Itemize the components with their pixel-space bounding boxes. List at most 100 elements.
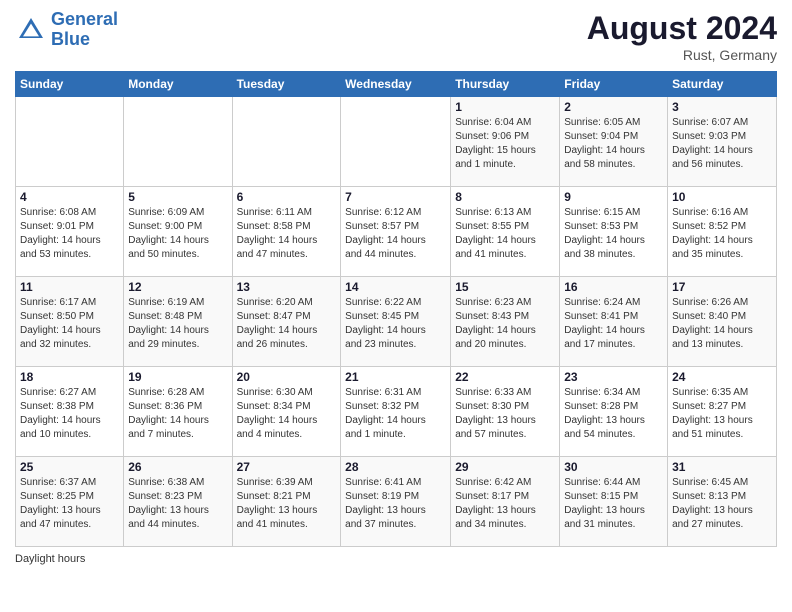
calendar-day-cell: 5Sunrise: 6:09 AMSunset: 9:00 PMDaylight… [124, 187, 232, 277]
calendar-day-header: Friday [560, 72, 668, 97]
day-info: Sunrise: 6:16 AMSunset: 8:52 PMDaylight:… [672, 206, 772, 262]
day-number: 13 [237, 280, 337, 294]
logo-text: General Blue [51, 10, 118, 50]
day-number: 21 [345, 370, 446, 384]
calendar-day-cell [341, 97, 451, 187]
calendar-day-header: Monday [124, 72, 232, 97]
day-number: 6 [237, 190, 337, 204]
day-number: 29 [455, 460, 555, 474]
page: General Blue August 2024 Rust, Germany S… [0, 0, 792, 612]
day-number: 1 [455, 100, 555, 114]
calendar-day-cell: 1 Sunrise: 6:04 AMSunset: 9:06 PMDaylight… [451, 97, 560, 187]
calendar-day-cell: 2Sunrise: 6:05 AMSunset: 9:04 PMDaylight… [560, 97, 668, 187]
title-block: August 2024 Rust, Germany [587, 10, 777, 63]
day-number: 7 [345, 190, 446, 204]
calendar-day-cell: 13 Sunrise: 6:20 AMSunset: 8:47 PMDayligh… [232, 277, 341, 367]
day-info: Sunrise: 6:12 AMSunset: 8:57 PMDaylight:… [345, 206, 446, 262]
day-number: 16 [564, 280, 663, 294]
day-number: 18 [20, 370, 119, 384]
calendar-day-cell: 3 Sunrise: 6:07 AMSunset: 9:03 PMDaylight… [668, 97, 777, 187]
calendar-day-cell: 10 Sunrise: 6:16 AMSunset: 8:52 PMDayligh… [668, 187, 777, 277]
day-info: Sunrise: 6:13 AMSunset: 8:55 PMDaylight:… [455, 206, 555, 262]
day-info: Sunrise: 6:35 AMSunset: 8:27 PMDaylight:… [672, 386, 772, 442]
day-number: 2 [564, 100, 663, 114]
day-number: 26 [128, 460, 227, 474]
day-number: 3 [672, 100, 772, 114]
day-info: Sunrise: 6:08 AMSunset: 9:01 PMDaylight:… [20, 206, 119, 262]
day-number: 15 [455, 280, 555, 294]
day-info: Sunrise: 6:41 AMSunset: 8:19 PMDaylight:… [345, 476, 446, 532]
calendar-day-cell [124, 97, 232, 187]
day-number: 4 [20, 190, 119, 204]
day-number: 17 [672, 280, 772, 294]
day-info: Sunrise: 6:44 AMSunset: 8:15 PMDaylight:… [564, 476, 663, 532]
calendar-day-cell: 16 Sunrise: 6:24 AMSunset: 8:41 PMDayligh… [560, 277, 668, 367]
day-info: Sunrise: 6:45 AMSunset: 8:13 PMDaylight:… [672, 476, 772, 532]
calendar-day-cell: 31 Sunrise: 6:45 AMSunset: 8:13 PMDayligh… [668, 457, 777, 547]
calendar-week-row: 1 Sunrise: 6:04 AMSunset: 9:06 PMDaylight… [16, 97, 777, 187]
calendar-day-cell: 20 Sunrise: 6:30 AMSunset: 8:34 PMDayligh… [232, 367, 341, 457]
calendar: SundayMondayTuesdayWednesdayThursdayFrid… [15, 71, 777, 547]
calendar-day-cell: 23Sunrise: 6:34 AMSunset: 8:28 PMDayligh… [560, 367, 668, 457]
calendar-week-row: 25 Sunrise: 6:37 AMSunset: 8:25 PMDayligh… [16, 457, 777, 547]
header: General Blue August 2024 Rust, Germany [15, 10, 777, 63]
calendar-day-header: Saturday [668, 72, 777, 97]
logo: General Blue [15, 10, 118, 50]
day-number: 9 [564, 190, 663, 204]
day-info: Sunrise: 6:15 AMSunset: 8:53 PMDaylight:… [564, 206, 663, 262]
calendar-day-cell: 21 Sunrise: 6:31 AMSunset: 8:32 PMDayligh… [341, 367, 451, 457]
footer-text: Daylight hours [15, 553, 85, 565]
calendar-day-cell: 27 Sunrise: 6:39 AMSunset: 8:21 PMDayligh… [232, 457, 341, 547]
day-info: Sunrise: 6:31 AMSunset: 8:32 PMDaylight:… [345, 386, 446, 442]
day-info: Sunrise: 6:07 AMSunset: 9:03 PMDaylight:… [672, 116, 772, 172]
day-number: 10 [672, 190, 772, 204]
day-number: 27 [237, 460, 337, 474]
calendar-day-cell: 22Sunrise: 6:33 AMSunset: 8:30 PMDayligh… [451, 367, 560, 457]
day-number: 20 [237, 370, 337, 384]
calendar-day-header: Sunday [16, 72, 124, 97]
day-info: Sunrise: 6:34 AMSunset: 8:28 PMDaylight:… [564, 386, 663, 442]
day-info: Sunrise: 6:23 AMSunset: 8:43 PMDaylight:… [455, 296, 555, 352]
day-info: Sunrise: 6:24 AMSunset: 8:41 PMDaylight:… [564, 296, 663, 352]
day-number: 19 [128, 370, 227, 384]
day-info: Sunrise: 6:19 AMSunset: 8:48 PMDaylight:… [128, 296, 227, 352]
calendar-day-cell: 25 Sunrise: 6:37 AMSunset: 8:25 PMDayligh… [16, 457, 124, 547]
calendar-day-cell: 8 Sunrise: 6:13 AMSunset: 8:55 PMDaylight… [451, 187, 560, 277]
day-number: 31 [672, 460, 772, 474]
calendar-day-cell: 14 Sunrise: 6:22 AMSunset: 8:45 PMDayligh… [341, 277, 451, 367]
calendar-day-cell: 18 Sunrise: 6:27 AMSunset: 8:38 PMDayligh… [16, 367, 124, 457]
calendar-day-cell [232, 97, 341, 187]
day-number: 14 [345, 280, 446, 294]
day-info: Sunrise: 6:22 AMSunset: 8:45 PMDaylight:… [345, 296, 446, 352]
day-info: Sunrise: 6:42 AMSunset: 8:17 PMDaylight:… [455, 476, 555, 532]
main-title: August 2024 [587, 10, 777, 47]
calendar-week-row: 11Sunrise: 6:17 AMSunset: 8:50 PMDayligh… [16, 277, 777, 367]
calendar-day-cell: 6Sunrise: 6:11 AMSunset: 8:58 PMDaylight… [232, 187, 341, 277]
calendar-day-cell: 28 Sunrise: 6:41 AMSunset: 8:19 PMDayligh… [341, 457, 451, 547]
calendar-day-cell: 9 Sunrise: 6:15 AMSunset: 8:53 PMDaylight… [560, 187, 668, 277]
day-info: Sunrise: 6:27 AMSunset: 8:38 PMDaylight:… [20, 386, 119, 442]
day-number: 12 [128, 280, 227, 294]
day-info: Sunrise: 6:20 AMSunset: 8:47 PMDaylight:… [237, 296, 337, 352]
calendar-day-cell: 4 Sunrise: 6:08 AMSunset: 9:01 PMDaylight… [16, 187, 124, 277]
day-number: 25 [20, 460, 119, 474]
calendar-day-cell: 29 Sunrise: 6:42 AMSunset: 8:17 PMDayligh… [451, 457, 560, 547]
day-info: Sunrise: 6:09 AMSunset: 9:00 PMDaylight:… [128, 206, 227, 262]
calendar-day-cell: 17 Sunrise: 6:26 AMSunset: 8:40 PMDayligh… [668, 277, 777, 367]
day-number: 30 [564, 460, 663, 474]
day-number: 28 [345, 460, 446, 474]
day-number: 24 [672, 370, 772, 384]
day-number: 8 [455, 190, 555, 204]
day-number: 22 [455, 370, 555, 384]
day-info: Sunrise: 6:39 AMSunset: 8:21 PMDaylight:… [237, 476, 337, 532]
logo-line1: General [51, 9, 118, 29]
calendar-day-header: Tuesday [232, 72, 341, 97]
calendar-week-row: 18 Sunrise: 6:27 AMSunset: 8:38 PMDayligh… [16, 367, 777, 457]
day-info: Sunrise: 6:04 AMSunset: 9:06 PMDaylight:… [455, 116, 555, 172]
day-info: Sunrise: 6:26 AMSunset: 8:40 PMDaylight:… [672, 296, 772, 352]
day-info: Sunrise: 6:28 AMSunset: 8:36 PMDaylight:… [128, 386, 227, 442]
calendar-day-cell: 11Sunrise: 6:17 AMSunset: 8:50 PMDayligh… [16, 277, 124, 367]
day-info: Sunrise: 6:30 AMSunset: 8:34 PMDaylight:… [237, 386, 337, 442]
day-info: Sunrise: 6:37 AMSunset: 8:25 PMDaylight:… [20, 476, 119, 532]
calendar-day-header: Thursday [451, 72, 560, 97]
